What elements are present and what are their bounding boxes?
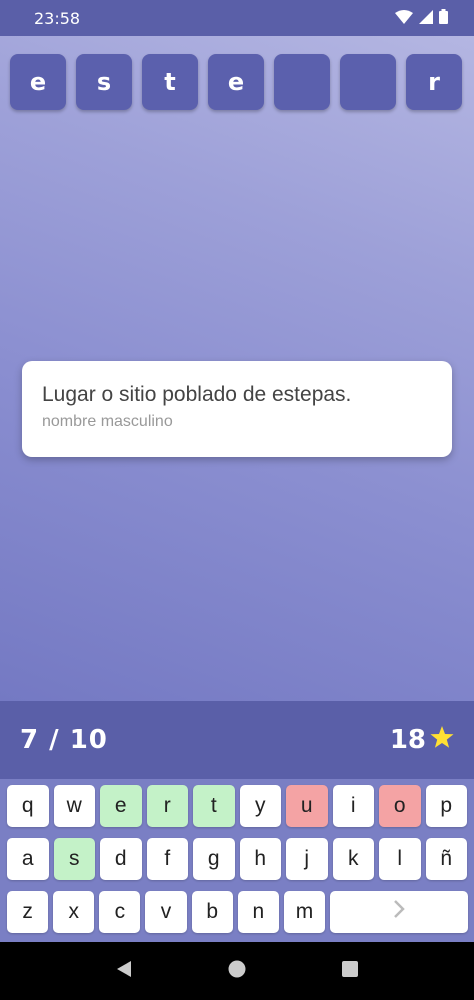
back-icon[interactable] xyxy=(115,960,133,982)
key-h[interactable]: h xyxy=(239,838,281,880)
key-w[interactable]: w xyxy=(53,785,95,827)
keyboard-row-2: asdfghjklñ xyxy=(7,838,468,880)
chevron-right-icon xyxy=(392,899,406,925)
key-p[interactable]: p xyxy=(425,785,467,827)
key-x[interactable]: x xyxy=(53,891,95,933)
key-y[interactable]: y xyxy=(239,785,281,827)
clue-word-type: nombre masculino xyxy=(42,413,173,430)
status-time: 23:58 xyxy=(34,8,81,28)
score-bar: 7 / 10 18 xyxy=(0,701,474,779)
letter-tile-empty[interactable] xyxy=(340,54,396,110)
clue-definition: Lugar o sitio poblado de estepas. xyxy=(42,383,352,406)
key-n[interactable]: n xyxy=(237,891,279,933)
key-b[interactable]: b xyxy=(191,891,233,933)
key-k[interactable]: k xyxy=(332,838,374,880)
key-f[interactable]: f xyxy=(146,838,188,880)
keyboard: qwertyuiop asdfghjklñ zxcvbnm xyxy=(0,779,474,942)
key-z[interactable]: z xyxy=(7,891,49,933)
key-i[interactable]: i xyxy=(332,785,374,827)
battery-icon xyxy=(439,8,448,28)
key-t[interactable]: t xyxy=(193,785,235,827)
key-q[interactable]: q xyxy=(7,785,49,827)
key-m[interactable]: m xyxy=(283,891,326,933)
letter-tile[interactable]: r xyxy=(406,54,462,110)
key-l[interactable]: l xyxy=(379,838,421,880)
signal-icon xyxy=(419,9,433,28)
navigation-bar xyxy=(0,942,474,1000)
status-icons xyxy=(395,8,448,28)
letter-tile[interactable]: t xyxy=(142,54,198,110)
home-icon[interactable] xyxy=(228,960,246,982)
key-d[interactable]: d xyxy=(100,838,142,880)
wifi-icon xyxy=(395,9,413,28)
star-count: 18 xyxy=(390,725,454,756)
key-c[interactable]: c xyxy=(99,891,141,933)
recents-icon[interactable] xyxy=(341,960,359,982)
key-ñ[interactable]: ñ xyxy=(425,838,467,880)
star-icon xyxy=(430,725,454,756)
key-s[interactable]: s xyxy=(53,838,95,880)
key-a[interactable]: a xyxy=(7,838,49,880)
letter-tile[interactable]: e xyxy=(10,54,66,110)
letter-tile[interactable]: s xyxy=(76,54,132,110)
next-key[interactable] xyxy=(330,891,468,933)
clue-card: Lugar o sitio poblado de estepas. nombre… xyxy=(22,361,452,457)
letter-tile[interactable]: e xyxy=(208,54,264,110)
key-r[interactable]: r xyxy=(146,785,188,827)
keyboard-row-3: zxcvbnm xyxy=(7,891,468,933)
letter-tile-empty[interactable] xyxy=(274,54,330,110)
star-count-value: 18 xyxy=(389,725,426,755)
puzzle-progress: 7 / 10 xyxy=(20,725,108,755)
keyboard-row-1: qwertyuiop xyxy=(7,785,468,827)
key-e[interactable]: e xyxy=(100,785,142,827)
game-area: e s t e r Lugar o sitio poblado de estep… xyxy=(0,36,474,701)
key-j[interactable]: j xyxy=(286,838,328,880)
key-v[interactable]: v xyxy=(145,891,187,933)
status-bar: 23:58 xyxy=(0,0,474,36)
key-o[interactable]: o xyxy=(379,785,421,827)
key-g[interactable]: g xyxy=(193,838,235,880)
key-u[interactable]: u xyxy=(286,785,328,827)
word-tiles: e s t e r xyxy=(10,54,464,110)
